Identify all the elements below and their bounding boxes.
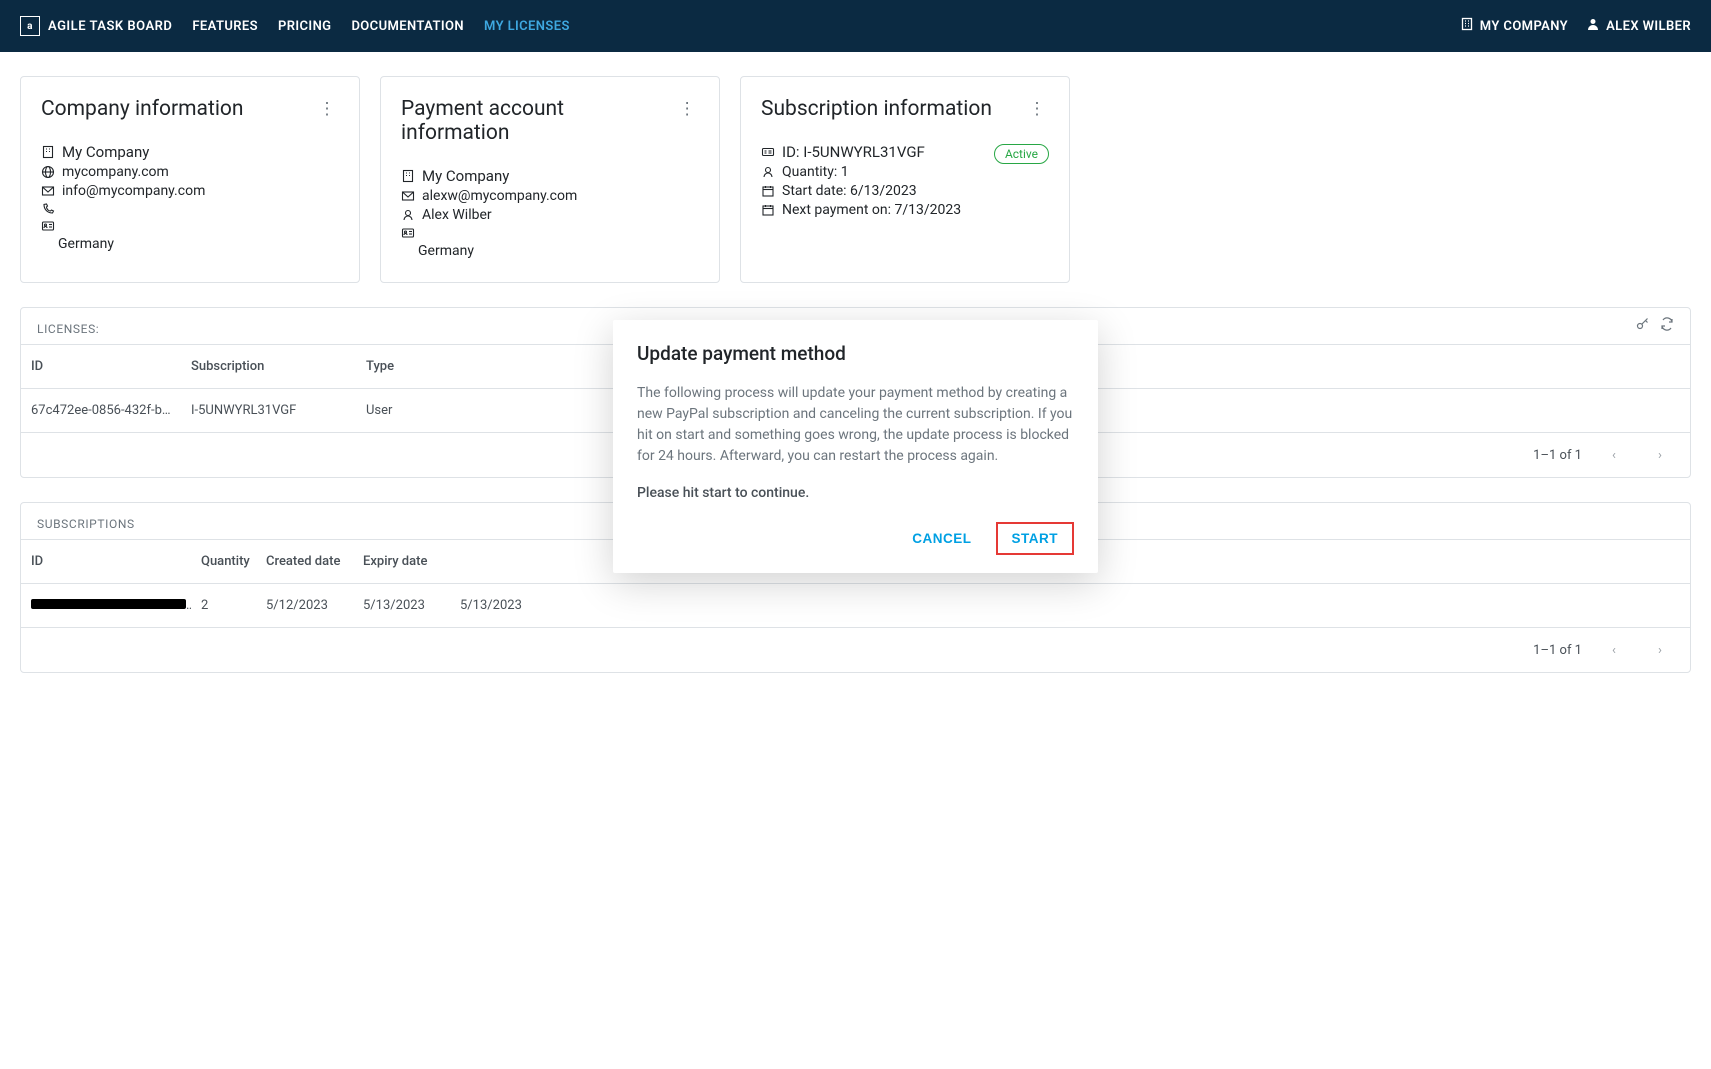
licenses-col-subscription[interactable]: Subscription [181,359,356,374]
my-company-menu[interactable]: MY COMPANY [1460,17,1568,35]
subscriptions-pagination-label: 1–1 of 1 [1533,643,1582,658]
address-icon [401,226,415,240]
company-website: mycompany.com [62,164,169,180]
subscription-start: Start date: 6/13/2023 [782,183,917,199]
dialog-emphasis: Please hit start to continue. [637,483,1074,504]
payment-person: Alex Wilber [422,207,492,223]
payment-card-menu[interactable]: ⋮ [675,97,699,121]
envelope-icon [401,189,415,203]
refresh-icon[interactable] [1660,317,1674,335]
envelope-icon [41,184,55,198]
building-icon [1460,17,1474,35]
licenses-label: LICENSES: [21,308,115,344]
subscription-card-menu[interactable]: ⋮ [1025,97,1049,121]
dialog-title: Update payment method [637,342,1074,365]
user-label: ALEX WILBER [1606,19,1691,34]
dialog-body-text: The following process will update your p… [637,385,1072,464]
header-left: a AGILE TASK BOARD FEATURES PRICING DOCU… [20,16,570,36]
user-icon [1586,17,1600,35]
table-row[interactable]: 2 5/12/2023 5/13/2023 5/13/2023 [21,584,1690,628]
building-icon [41,145,55,159]
nav-features[interactable]: FEATURES [192,19,258,34]
logo-label: AGILE TASK BOARD [48,19,172,34]
dialog-actions: CANCEL START [637,522,1074,555]
cancel-button[interactable]: CANCEL [898,522,985,555]
payment-company-name: My Company [422,167,509,185]
my-company-label: MY COMPANY [1480,19,1568,34]
subscriptions-prev-page[interactable]: ‹ [1600,636,1628,664]
start-button[interactable]: START [996,522,1075,555]
subscriptions-col-created[interactable]: Created date [256,554,353,569]
nav-pricing[interactable]: PRICING [278,19,331,34]
calendar-icon [761,203,775,217]
person-icon [401,208,415,222]
subscription-qty-cell: 2 [191,598,256,613]
licenses-next-page[interactable]: › [1646,441,1674,469]
subscription-card-title: Subscription information [761,97,992,121]
dialog-body: The following process will update your p… [637,383,1074,504]
payment-email: alexw@mycompany.com [422,188,577,204]
company-country: Germany [58,236,114,252]
nav-documentation[interactable]: DOCUMENTATION [351,19,464,34]
app-logo[interactable]: a AGILE TASK BOARD [20,16,172,36]
licenses-col-id[interactable]: ID [21,359,181,374]
address-icon [41,219,55,233]
company-card-menu[interactable]: ⋮ [315,97,339,121]
building-icon [401,169,415,183]
header-right: MY COMPANY ALEX WILBER [1460,17,1691,35]
subscriptions-col-quantity[interactable]: Quantity [191,554,256,569]
subscriptions-next-page[interactable]: › [1646,636,1674,664]
payment-card-title: Payment account information [401,97,675,145]
company-info-card: Company information ⋮ My Company mycompa… [20,76,360,283]
subscription-id-cell [21,598,191,613]
globe-icon [41,165,55,179]
payment-country: Germany [418,243,474,259]
subscriptions-col-id[interactable]: ID [21,554,191,569]
redacted-id [31,599,186,609]
subscription-id: ID: I-5UNWYRL31VGF [782,143,925,161]
subscription-created-cell: 5/12/2023 [256,598,353,613]
licenses-prev-page[interactable]: ‹ [1600,441,1628,469]
payment-info-card: Payment account information ⋮ My Company… [380,76,720,283]
subscription-next-cell: 5/13/2023 [450,598,600,613]
info-cards-row: Company information ⋮ My Company mycompa… [20,76,1691,283]
company-card-title: Company information [41,97,244,121]
licenses-pagination-label: 1–1 of 1 [1533,448,1582,463]
key-icon[interactable] [1636,317,1650,335]
phone-icon [41,202,55,216]
company-name: My Company [62,143,149,161]
subscription-expiry-cell: 5/13/2023 [353,598,450,613]
subscription-info-card: Subscription information ⋮ ID: I-5UNWYRL… [740,76,1070,283]
id-card-icon [761,145,775,159]
user-menu[interactable]: ALEX WILBER [1586,17,1691,35]
license-subscription-cell: I-5UNWYRL31VGF [181,403,356,418]
update-payment-dialog: Update payment method The following proc… [613,320,1098,573]
company-email: info@mycompany.com [62,183,205,199]
license-type-cell: User [356,403,446,418]
subscription-quantity: Quantity: 1 [782,164,849,180]
app-header: a AGILE TASK BOARD FEATURES PRICING DOCU… [0,0,1711,52]
subscriptions-col-expiry[interactable]: Expiry date [353,554,450,569]
subscription-next: Next payment on: 7/13/2023 [782,202,961,218]
logo-icon: a [20,16,40,36]
licenses-col-type[interactable]: Type [356,359,446,374]
license-id-cell: 67c472ee-0856-432f-babc... [21,403,181,418]
person-icon [761,165,775,179]
calendar-icon [761,184,775,198]
status-badge: Active [994,144,1049,164]
nav-my-licenses[interactable]: MY LICENSES [484,19,570,34]
